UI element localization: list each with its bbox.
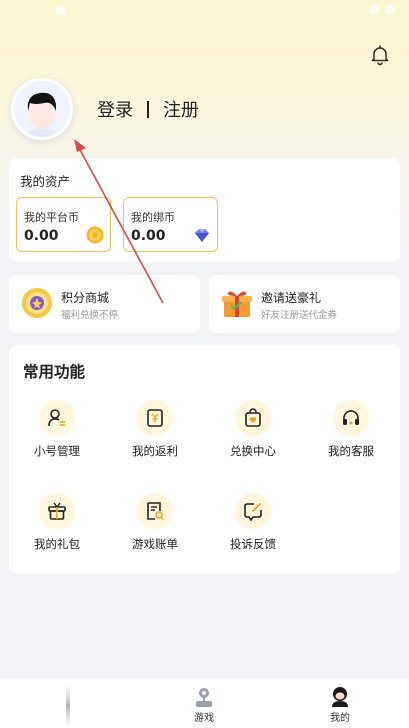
assets-title: 我的资产 bbox=[20, 174, 71, 189]
function-label: 我的客服 bbox=[328, 444, 374, 458]
divider bbox=[147, 100, 149, 118]
bound-coin-label: 我的绑币 bbox=[131, 211, 175, 224]
function-label: 我的返利 bbox=[132, 444, 178, 458]
function-exchange[interactable]: 兑换中心 bbox=[213, 400, 293, 459]
diamond-icon bbox=[193, 226, 211, 244]
points-mall-card[interactable]: 积分商城 福利兑换不停 bbox=[9, 275, 200, 333]
shopping-bag-icon bbox=[235, 400, 271, 436]
avatar[interactable] bbox=[11, 78, 73, 140]
tab-mine[interactable]: 我的 bbox=[272, 678, 408, 728]
joystick-icon bbox=[193, 686, 215, 708]
function-label: 小号管理 bbox=[34, 444, 80, 458]
function-label: 游戏账单 bbox=[132, 537, 178, 551]
points-mall-title: 积分商城 bbox=[61, 291, 110, 305]
function-complaint-feedback[interactable]: 投诉反馈 bbox=[213, 493, 293, 552]
bound-coin-value: 0.00 bbox=[131, 228, 166, 244]
function-game-bill[interactable]: 游戏账单 bbox=[115, 493, 195, 552]
tab-label: 我的 bbox=[330, 713, 350, 724]
feedback-edit-icon bbox=[235, 493, 271, 529]
register-link[interactable]: 注册 bbox=[163, 96, 199, 122]
platform-coin-box[interactable]: 我的平台币 0.00 bbox=[16, 197, 111, 252]
platform-coin-value: 0.00 bbox=[24, 228, 59, 244]
function-rebate[interactable]: 我的返利 bbox=[115, 400, 195, 459]
gift-box-icon bbox=[221, 287, 253, 319]
login-link[interactable]: 登录 bbox=[97, 96, 133, 122]
gold-coin-icon bbox=[86, 226, 104, 244]
bell-icon[interactable] bbox=[369, 44, 391, 66]
login-register: 登录 注册 bbox=[97, 96, 199, 122]
common-functions-card: 常用功能 小号管理 我的返利 兑换中心 我的客服 我的礼包 游戏账单 投诉反馈 bbox=[9, 345, 400, 574]
function-customer-service[interactable]: 我的客服 bbox=[311, 400, 391, 459]
tab-games[interactable]: 游戏 bbox=[136, 678, 272, 728]
home-tab-icon bbox=[57, 686, 79, 726]
function-gift-pack[interactable]: 我的礼包 bbox=[17, 493, 97, 552]
gift-icon bbox=[39, 493, 75, 529]
headset-icon bbox=[333, 400, 369, 436]
tab-label: 游戏 bbox=[194, 713, 214, 724]
status-icons bbox=[369, 5, 395, 15]
rebate-icon bbox=[137, 400, 173, 436]
common-functions-title: 常用功能 bbox=[23, 363, 86, 381]
status-bar bbox=[0, 0, 409, 24]
notification-icon bbox=[56, 6, 65, 15]
user-manage-icon bbox=[39, 400, 75, 436]
points-mall-subtitle: 福利兑换不停 bbox=[61, 310, 119, 321]
bound-coin-box[interactable]: 我的绑币 0.00 bbox=[123, 197, 218, 252]
function-label: 投诉反馈 bbox=[230, 537, 276, 551]
invite-gift-card[interactable]: 邀请送豪礼 好友注册送代金券 bbox=[209, 275, 400, 333]
assets-card: 我的资产 我的平台币 0.00 我的绑币 0.00 bbox=[9, 158, 400, 262]
wifi-icon bbox=[369, 5, 379, 15]
invite-gift-subtitle: 好友注册送代金券 bbox=[261, 310, 338, 321]
function-sub-account[interactable]: 小号管理 bbox=[17, 400, 97, 459]
profile-tab-icon bbox=[329, 686, 351, 708]
function-label: 我的礼包 bbox=[34, 537, 80, 551]
battery-icon bbox=[385, 5, 395, 15]
tab-home[interactable] bbox=[0, 678, 136, 728]
bill-search-icon bbox=[137, 493, 173, 529]
platform-coin-label: 我的平台币 bbox=[24, 211, 79, 224]
points-medal-icon bbox=[21, 287, 53, 319]
invite-gift-title: 邀请送豪礼 bbox=[261, 291, 322, 305]
tab-bar: 游戏 我的 bbox=[0, 677, 409, 728]
function-label: 兑换中心 bbox=[230, 444, 276, 458]
